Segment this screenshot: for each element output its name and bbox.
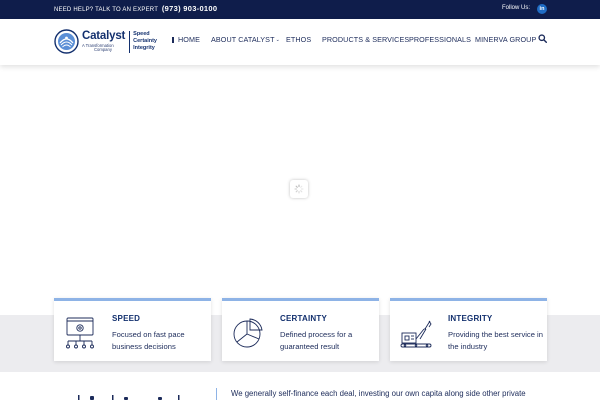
- feature-description: Focused on fast pace business decisions: [112, 330, 185, 351]
- nav-item-minerva-group[interactable]: MINERVA GROUP: [475, 35, 536, 44]
- active-indicator: [172, 36, 174, 43]
- phone-link[interactable]: (973) 903-0100: [162, 4, 218, 13]
- nav-label-home: HOME: [178, 35, 200, 44]
- intro-text: We generally self-finance each deal, inv…: [231, 389, 526, 398]
- loading-spinner-icon: [290, 180, 308, 198]
- feature-title: SPEED: [112, 314, 141, 323]
- feature-title: INTEGRITY: [448, 314, 493, 323]
- linkedin-icon[interactable]: in: [537, 4, 547, 14]
- help-text: NEED HELP? TALK TO AN EXPERT: [54, 7, 158, 13]
- feature-description: Defined process for a guaranteed result: [280, 330, 353, 351]
- tagline-integrity: Integrity: [133, 45, 155, 51]
- feature-card-speed: SPEED Focused on fast pace business deci…: [54, 298, 211, 361]
- logo-subtitle-2: Company: [94, 46, 112, 52]
- nav-label-about: ABOUT CATALYST: [211, 35, 275, 44]
- follow-label: Follow Us:: [501, 5, 530, 11]
- main-nav: HOME ABOUT CATALYST⌄ ETHOS PRODUCTS & SE…: [0, 35, 600, 45]
- site-header: Catalyst A Transformation Company Speed …: [0, 19, 600, 65]
- intro-section: We generally self-finance each deal, inv…: [0, 372, 600, 400]
- feature-card-certainty: CERTAINTY Defined process for a guarante…: [222, 298, 379, 361]
- help-contact: NEED HELP? TALK TO AN EXPERT (973) 903-0…: [54, 4, 217, 13]
- feature-title: CERTAINTY: [280, 314, 327, 323]
- monitor-gear-network-icon: [66, 317, 94, 349]
- feature-description: Providing the best service in the indust…: [448, 330, 543, 351]
- nav-item-home[interactable]: HOME: [172, 35, 200, 44]
- nav-item-products-services[interactable]: PRODUCTS & SERVICES: [322, 35, 409, 44]
- divider-line: [216, 388, 217, 400]
- nav-item-about[interactable]: ABOUT CATALYST⌄: [211, 35, 280, 44]
- section-heading-partial: [78, 395, 180, 400]
- nav-item-professionals[interactable]: PROFESSIONALS: [409, 35, 471, 44]
- search-icon[interactable]: [538, 34, 547, 43]
- nav-item-ethos[interactable]: ETHOS: [286, 35, 311, 44]
- feature-card-integrity: INTEGRITY Providing the best service in …: [390, 298, 547, 361]
- pie-chart-icon: [233, 318, 263, 348]
- top-bar: NEED HELP? TALK TO AN EXPERT (973) 903-0…: [0, 0, 600, 19]
- crane-icon: [400, 320, 432, 348]
- chevron-down-icon: ⌄: [275, 37, 280, 43]
